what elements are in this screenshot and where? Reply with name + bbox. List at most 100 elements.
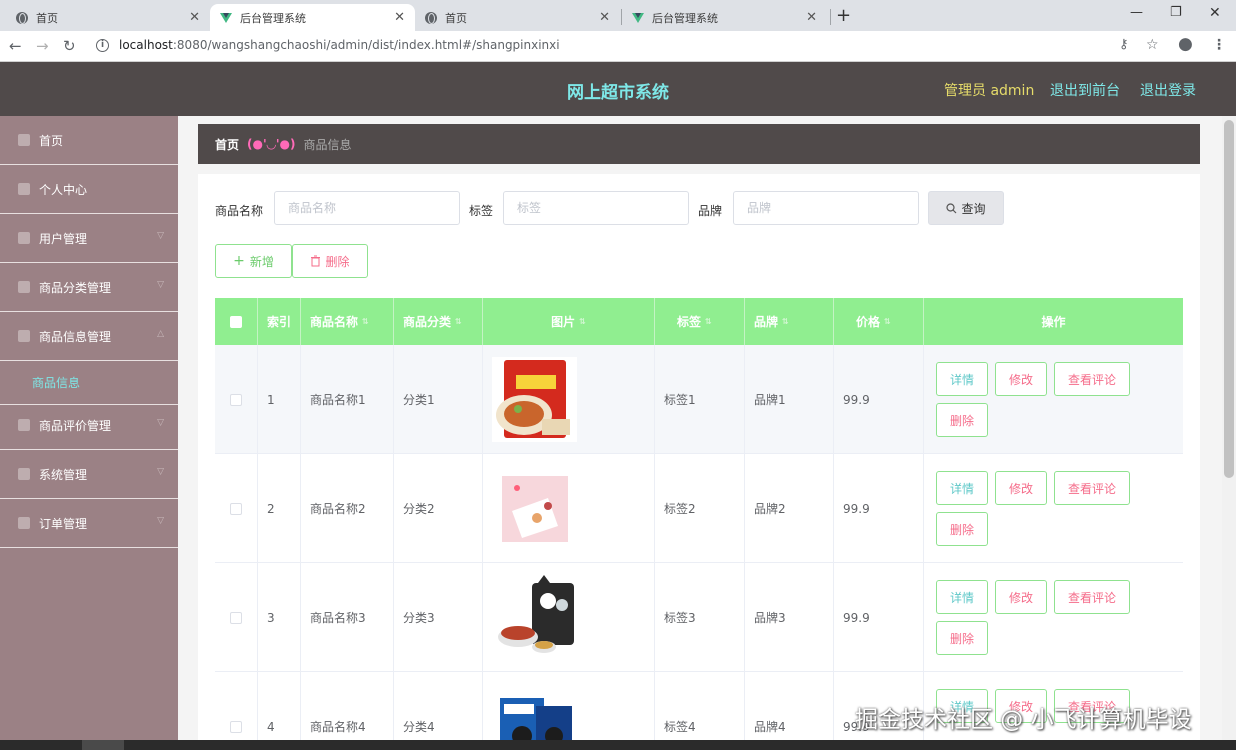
sort-icon[interactable]: ⇅ bbox=[455, 317, 462, 326]
price-cell: 99.9 bbox=[834, 345, 924, 454]
browser-tab[interactable]: 首页 ✕ bbox=[6, 4, 210, 31]
sort-icon[interactable]: ⇅ bbox=[884, 317, 891, 326]
sidebar-item-reviews[interactable]: 商品评价管理 ▽ bbox=[0, 401, 178, 450]
row-checkbox[interactable] bbox=[230, 393, 242, 406]
key-icon[interactable]: ⚷ bbox=[1119, 37, 1129, 52]
watermark: 掘金技术社区 @ 小飞计算机毕设 bbox=[855, 707, 1192, 733]
sidebar-item-system[interactable]: 系统管理 ▽ bbox=[0, 450, 178, 499]
sidebar-item-category[interactable]: 商品分类管理 ▽ bbox=[0, 263, 178, 312]
row-checkbox[interactable] bbox=[230, 720, 242, 733]
exit-to-frontend-link[interactable]: 退出到前台 bbox=[1050, 80, 1120, 100]
edit-button[interactable]: 修改 bbox=[995, 362, 1047, 396]
browser-tab-active[interactable]: 后台管理系统 ✕ bbox=[210, 4, 415, 31]
batch-delete-button[interactable]: 删除 bbox=[292, 244, 368, 278]
url-host: localhost bbox=[119, 38, 173, 52]
view-reviews-button[interactable]: 查看评论 bbox=[1054, 471, 1130, 505]
forward-arrow-icon[interactable]: → bbox=[36, 37, 49, 55]
column-header-label: 操作 bbox=[1041, 315, 1066, 329]
sidebar-item-home[interactable]: 首页 bbox=[0, 116, 178, 165]
browser-tab[interactable]: 首页 ✕ bbox=[415, 4, 620, 31]
row-checkbox[interactable] bbox=[230, 611, 242, 624]
sort-icon[interactable]: ⇅ bbox=[579, 317, 586, 326]
minimize-icon[interactable]: — bbox=[1130, 5, 1143, 20]
category-cell: 分类2 bbox=[394, 454, 483, 563]
users-icon bbox=[18, 232, 30, 244]
column-header-label: 图片 bbox=[551, 315, 576, 329]
brand-filter-input[interactable] bbox=[733, 191, 919, 225]
edit-button[interactable]: 修改 bbox=[995, 580, 1047, 614]
image-cell bbox=[483, 454, 655, 563]
close-icon[interactable]: ✕ bbox=[189, 10, 200, 25]
column-header: 操作 bbox=[924, 298, 1183, 345]
category-cell: 分类1 bbox=[394, 345, 483, 454]
scrollbar-thumb[interactable] bbox=[1224, 120, 1234, 478]
window-close-icon[interactable]: ✕ bbox=[1209, 5, 1221, 21]
sort-icon[interactable]: ⇅ bbox=[362, 317, 369, 326]
tag-cell: 标签1 bbox=[655, 345, 745, 454]
tab-title: 后台管理系统 bbox=[652, 11, 718, 25]
info-icon[interactable]: i bbox=[96, 38, 109, 52]
sort-icon[interactable]: ⇅ bbox=[782, 317, 789, 326]
column-header[interactable]: 标签 ⇅ bbox=[655, 298, 745, 345]
back-arrow-icon[interactable]: ← bbox=[9, 37, 22, 55]
profile-avatar-icon[interactable]: ● bbox=[1178, 34, 1193, 54]
column-header[interactable]: 商品名称 ⇅ bbox=[301, 298, 394, 345]
row-checkbox[interactable] bbox=[230, 502, 242, 515]
page-scrollbar[interactable] bbox=[1222, 116, 1236, 750]
globe-icon bbox=[16, 11, 28, 24]
column-header[interactable]: 商品分类 ⇅ bbox=[394, 298, 483, 345]
add-button[interactable]: + 新增 bbox=[215, 244, 292, 278]
name-filter-label: 商品名称 bbox=[215, 204, 264, 218]
column-header[interactable]: 图片 ⇅ bbox=[483, 298, 655, 345]
chevron-down-icon: ▽ bbox=[157, 467, 164, 477]
close-icon[interactable]: ✕ bbox=[394, 10, 405, 25]
brand-filter-label: 品牌 bbox=[698, 204, 723, 218]
sidebar-item-profile[interactable]: 个人中心 bbox=[0, 165, 178, 214]
sidebar-item-orders[interactable]: 订单管理 ▽ bbox=[0, 499, 178, 548]
restore-icon[interactable]: ❐ bbox=[1170, 5, 1182, 20]
detail-button[interactable]: 详情 bbox=[936, 362, 988, 396]
current-user: 管理员 admin bbox=[944, 83, 1035, 99]
tab-title: 首页 bbox=[445, 11, 467, 25]
browser-tab[interactable]: 后台管理系统 ✕ bbox=[622, 4, 827, 31]
category-icon bbox=[18, 281, 30, 293]
breadcrumb-home[interactable]: 首页 bbox=[215, 136, 239, 153]
sidebar: 首页 个人中心 用户管理 ▽ 商品分类管理 ▽ 商品信息管理 △ 商品信息 商品… bbox=[0, 116, 178, 750]
row-delete-button[interactable]: 删除 bbox=[936, 403, 988, 437]
column-header[interactable]: 品牌 ⇅ bbox=[745, 298, 834, 345]
reload-icon[interactable]: ↻ bbox=[63, 37, 76, 55]
edit-button[interactable]: 修改 bbox=[995, 471, 1047, 505]
row-delete-button[interactable]: 删除 bbox=[936, 621, 988, 655]
detail-button[interactable]: 详情 bbox=[936, 471, 988, 505]
home-icon bbox=[18, 134, 30, 146]
view-reviews-button[interactable]: 查看评论 bbox=[1054, 362, 1130, 396]
logout-link[interactable]: 退出登录 bbox=[1140, 80, 1196, 100]
name-filter-input[interactable] bbox=[274, 191, 460, 225]
taskbar-item[interactable] bbox=[82, 740, 124, 750]
tag-cell: 标签2 bbox=[655, 454, 745, 563]
chevron-down-icon: ▽ bbox=[157, 280, 164, 290]
new-tab-icon[interactable]: + bbox=[836, 5, 851, 26]
tag-filter-input[interactable] bbox=[503, 191, 689, 225]
vue-logo-icon bbox=[632, 12, 644, 23]
view-reviews-button[interactable]: 查看评论 bbox=[1054, 580, 1130, 614]
star-icon[interactable]: ☆ bbox=[1146, 37, 1159, 53]
close-icon[interactable]: ✕ bbox=[806, 10, 817, 25]
sidebar-item-users[interactable]: 用户管理 ▽ bbox=[0, 214, 178, 263]
detail-button[interactable]: 详情 bbox=[936, 580, 988, 614]
app-header: 网上超市系统 管理员 admin 退出到前台 退出登录 bbox=[0, 62, 1236, 116]
menu-dots-icon[interactable]: ⋮ bbox=[1212, 37, 1226, 53]
sidebar-subitem-product-info[interactable]: 商品信息 bbox=[0, 361, 178, 405]
sort-icon[interactable]: ⇅ bbox=[705, 317, 712, 326]
sidebar-item-product-info[interactable]: 商品信息管理 △ bbox=[0, 312, 178, 361]
row-delete-button[interactable]: 删除 bbox=[936, 512, 988, 546]
row-select-cell bbox=[215, 563, 258, 672]
row-select-cell bbox=[215, 672, 258, 750]
column-header[interactable]: 价格 ⇅ bbox=[834, 298, 924, 345]
breadcrumb-separator: (●'◡'●) bbox=[247, 137, 296, 151]
close-icon[interactable]: ✕ bbox=[599, 10, 610, 25]
select-all-checkbox[interactable] bbox=[230, 315, 242, 328]
address-bar: ← → ↻ i localhost:8080/wangshangchaoshi/… bbox=[0, 31, 1236, 62]
url-field[interactable]: i localhost:8080/wangshangchaoshi/admin/… bbox=[96, 38, 560, 52]
query-button[interactable]: 查询 bbox=[928, 191, 1004, 225]
